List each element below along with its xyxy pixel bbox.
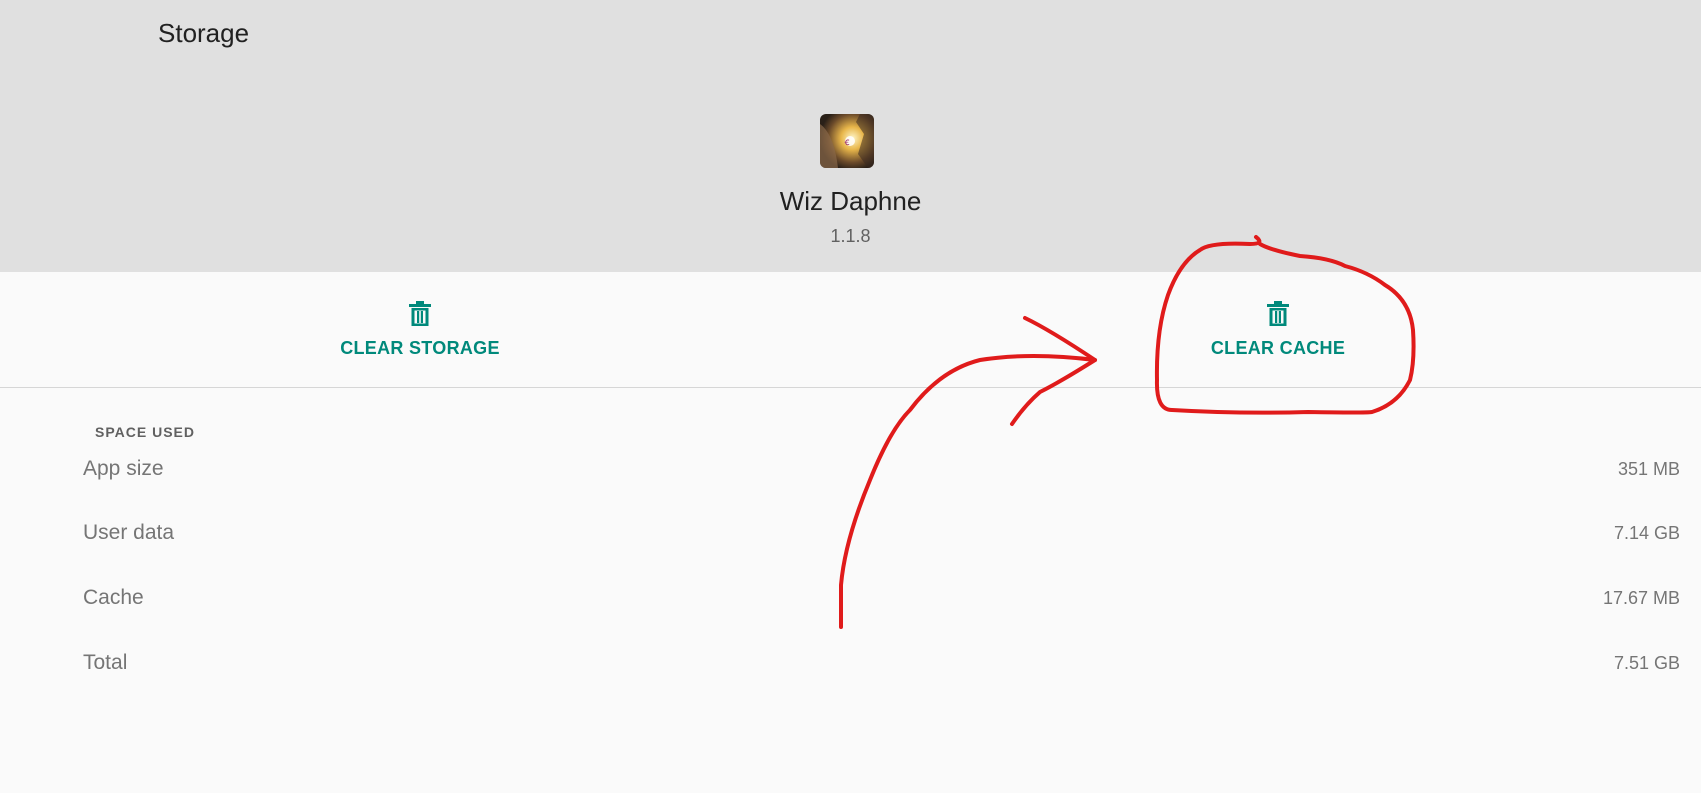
- row-label: App size: [83, 457, 164, 480]
- space-used-header: SPACE USED: [95, 424, 195, 440]
- trash-icon: [1267, 301, 1289, 326]
- row-label: Total: [83, 651, 128, 674]
- app-name: Wiz Daphne: [779, 186, 922, 216]
- storage-row-user-data: User data 7.14 GB: [83, 513, 1680, 553]
- storage-row-app-size: App size 351 MB: [83, 449, 1680, 489]
- app-header: Storage ꞓ Wiz Daphne 1.1.8: [0, 0, 1701, 272]
- clear-storage-button[interactable]: CLEAR STORAGE: [300, 300, 540, 370]
- row-value: 7.51 GB: [1613, 652, 1680, 673]
- clear-cache-label: CLEAR CACHE: [1210, 338, 1346, 358]
- trash-icon: [409, 301, 431, 326]
- clear-storage-label: CLEAR STORAGE: [340, 338, 500, 358]
- storage-actions: CLEAR STORAGE CLEAR CACHE: [0, 272, 1701, 388]
- clear-cache-button[interactable]: CLEAR CACHE: [1158, 300, 1398, 370]
- storage-row-cache: Cache 17.67 MB: [83, 578, 1680, 618]
- row-label: Cache: [83, 586, 144, 609]
- storage-page: Storage ꞓ Wiz Daphne 1.1.8 CLEAR STORAGE…: [0, 0, 1701, 793]
- app-version: 1.1.8: [830, 226, 871, 246]
- app-icon: ꞓ: [820, 114, 874, 168]
- row-value: 17.67 MB: [1602, 587, 1680, 608]
- row-value: 351 MB: [1617, 458, 1680, 479]
- storage-row-total: Total 7.51 GB: [83, 643, 1680, 683]
- svg-text:ꞓ: ꞓ: [845, 137, 850, 148]
- page-title: Storage: [158, 18, 250, 48]
- row-label: User data: [83, 521, 175, 544]
- row-value: 7.14 GB: [1613, 522, 1680, 543]
